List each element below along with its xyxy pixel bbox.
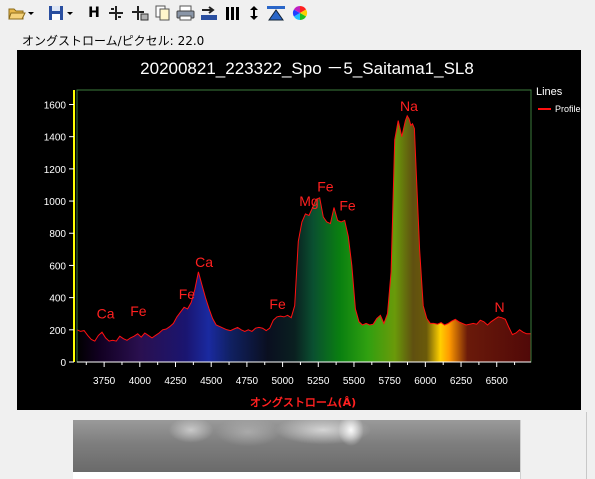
vertical-arrows-icon xyxy=(246,5,262,21)
resolution-value: 22.0 xyxy=(177,34,205,48)
save-disk-icon xyxy=(48,5,74,21)
annotation-mg: Mg xyxy=(299,193,318,209)
y-tick-label: 600 xyxy=(49,261,66,272)
annotation-fe: Fe xyxy=(339,198,356,214)
y-axis: 0 200 400 600 800 1000 1200 1400 1600 xyxy=(44,100,74,369)
plot-area xyxy=(76,89,532,363)
legend-entry-profile: Profile xyxy=(555,104,581,114)
x-tick-label: 3750 xyxy=(93,376,116,387)
x-tick-label: 4500 xyxy=(200,376,223,387)
open-folder-icon xyxy=(8,5,34,21)
annotation-na: Na xyxy=(400,98,418,114)
crosshair-lock-button[interactable] xyxy=(131,4,149,22)
resolution-label: オングストローム/ピクセル: xyxy=(22,34,174,48)
bars-button[interactable] xyxy=(224,4,242,22)
annotation-ca: Ca xyxy=(195,254,213,270)
y-tick-label: 400 xyxy=(49,294,66,305)
y-tick-label: 200 xyxy=(49,326,66,337)
crosshair-lock-icon xyxy=(131,5,149,21)
spectrum-chart-panel: 20200821_223322_Spo －5_Saitama1_SL8 0 200… xyxy=(17,50,581,410)
spectrum-icon xyxy=(266,5,286,21)
vertical-arrows-button[interactable] xyxy=(246,4,262,22)
x-tick-label: 6500 xyxy=(486,376,509,387)
y-tick-label: 1600 xyxy=(44,100,67,111)
annotation-ca: Ca xyxy=(97,306,115,322)
bars-icon xyxy=(224,5,242,21)
chart-title: 20200821_223322_Spo －5_Saitama1_SL8 xyxy=(140,59,474,78)
x-tick-label: 6000 xyxy=(414,376,437,387)
export-icon xyxy=(200,5,218,21)
h-button[interactable]: H xyxy=(86,4,102,22)
x-tick-label: 5250 xyxy=(307,376,330,387)
annotation-fe: Fe xyxy=(179,286,196,302)
color-wheel-icon xyxy=(290,5,310,21)
x-tick-label: 5500 xyxy=(343,376,366,387)
spectrum-image-panel xyxy=(18,412,581,479)
y-tick-label: 1400 xyxy=(44,133,67,144)
toolbar: H xyxy=(0,0,595,28)
x-tick-label: 5750 xyxy=(379,376,402,387)
x-tick-label: 5000 xyxy=(271,376,294,387)
x-tick-label: 4250 xyxy=(164,376,187,387)
annotation-n: N xyxy=(495,299,505,315)
print-button[interactable] xyxy=(176,4,196,22)
copy-button[interactable] xyxy=(154,4,172,22)
panel-divider xyxy=(586,412,587,479)
annotation-fe: Fe xyxy=(130,303,147,319)
print-icon xyxy=(176,5,196,21)
annotation-fe: Fe xyxy=(269,296,286,312)
legend[interactable]: Lines Profile xyxy=(536,86,581,114)
resolution-readout: オングストローム/ピクセル: 22.0 xyxy=(22,32,204,49)
h-icon: H xyxy=(88,5,100,21)
x-tick-label: 6250 xyxy=(450,376,473,387)
y-tick-label: 0 xyxy=(60,358,66,369)
x-tick-label: 4750 xyxy=(236,376,259,387)
crosshair-icon xyxy=(108,5,126,21)
x-axis: 3750 4000 4250 4500 4750 5000 5250 5500 5750 6000… xyxy=(77,361,531,387)
spectrum-fill xyxy=(77,115,531,362)
copy-icon xyxy=(154,5,172,21)
x-axis-label: オングストローム(Å) xyxy=(250,395,356,409)
export-button[interactable] xyxy=(200,4,218,22)
crosshair-button[interactable] xyxy=(108,4,126,22)
y-tick-label: 1200 xyxy=(44,165,67,176)
x-tick-label: 4000 xyxy=(129,376,152,387)
y-tick-label: 1000 xyxy=(44,197,67,208)
raw-spectrum-image xyxy=(73,420,520,472)
spectrum-button[interactable] xyxy=(266,4,286,22)
spectrum-chart: 20200821_223322_Spo －5_Saitama1_SL8 0 200… xyxy=(44,59,581,409)
spectrum-image-frame xyxy=(73,420,521,479)
open-folder-button[interactable] xyxy=(8,4,34,22)
legend-title: Lines xyxy=(536,86,563,98)
annotation-fe: Fe xyxy=(317,178,334,194)
color-wheel-button[interactable] xyxy=(290,4,310,22)
save-button[interactable] xyxy=(48,4,74,22)
y-tick-label: 800 xyxy=(49,229,66,240)
